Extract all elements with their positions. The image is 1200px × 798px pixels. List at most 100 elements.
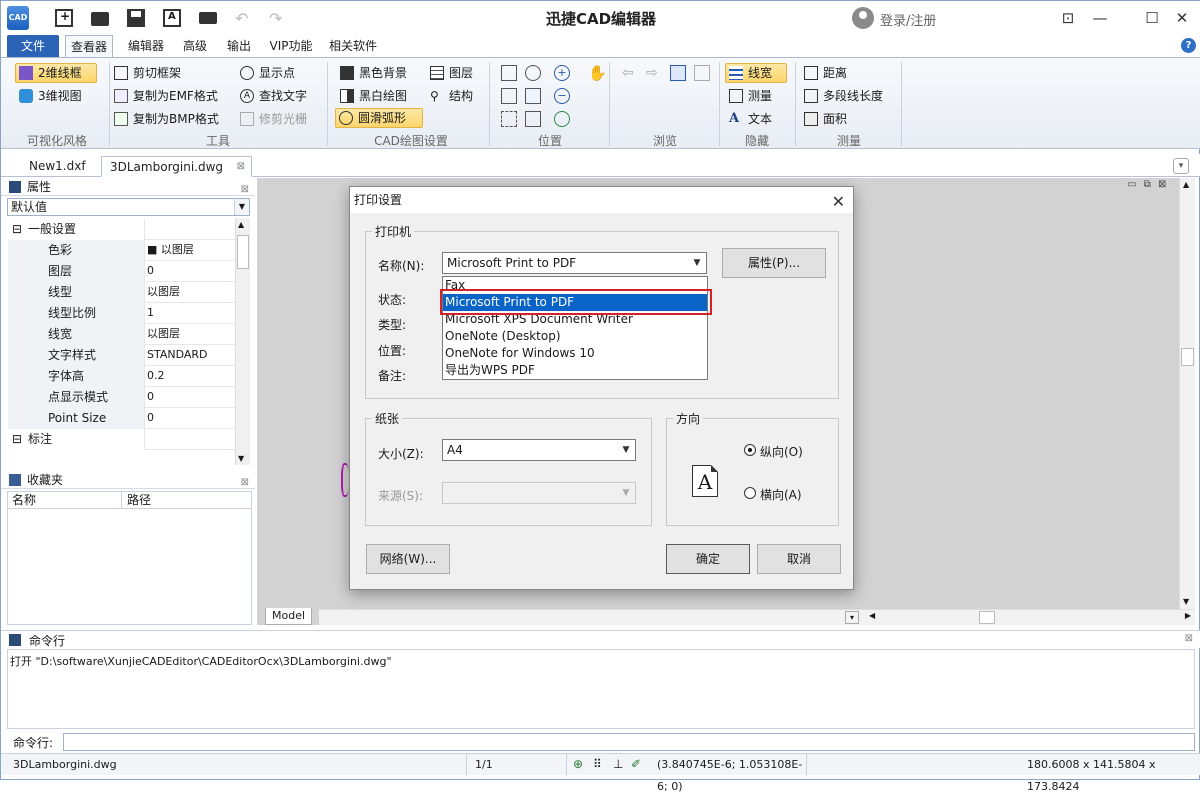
property-value[interactable]: 0 [147,408,154,428]
properties-filter-select[interactable]: 默认值 ▼ [7,198,250,216]
doc-tab-new1[interactable]: New1.dxf [21,156,94,177]
new-file-icon[interactable] [55,9,73,27]
zoom-in-icon[interactable]: + [554,65,570,81]
canvas-window-controls[interactable]: ▭ ⧉ ⊠ [1127,179,1168,190]
user-avatar-icon[interactable] [852,7,874,29]
black-background-button[interactable]: 黑色背景 [337,63,407,83]
printer-option[interactable]: OneNote (Desktop) [443,328,707,345]
printer-option[interactable]: OneNote for Windows 10 [443,345,707,362]
tab-list-dropdown-icon[interactable]: ▾ [1173,158,1189,174]
scroll-up-icon[interactable]: ▲ [1183,180,1189,189]
back-arrow-icon[interactable]: ⇦ [622,65,638,81]
canvas-hscrollbar[interactable]: ▾ ◀ ▶ [319,609,1195,625]
distance-button[interactable]: 距离 [801,63,847,83]
tab-file[interactable]: 文件 [7,35,59,57]
tab-output[interactable]: 输出 [219,35,259,57]
collapse-icon[interactable]: ⊟ [12,219,22,239]
cancel-button[interactable]: 取消 [757,544,841,574]
property-value[interactable]: ■ 以图层 [147,240,194,260]
tab-editor[interactable]: 编辑器 [121,35,171,57]
export-pdf-icon[interactable] [163,9,181,27]
help-icon[interactable]: ? [1181,38,1196,53]
tab-vip[interactable]: VIP功能 [263,35,319,57]
printer-dropdown-list[interactable]: Fax Microsoft Print to PDF Microsoft XPS D… [442,276,708,380]
close-button[interactable]: ✕ [1171,7,1193,29]
zoom-extents-icon[interactable] [525,65,541,81]
tab-related[interactable]: 相关软件 [323,35,383,57]
printer-properties-button[interactable]: 属性(P)... [722,248,826,278]
structure-button[interactable]: ⚲ 结构 [427,86,473,106]
close-tab-icon[interactable]: ⊠ [237,157,245,177]
text-toggle-button[interactable]: A 文本 [726,109,772,129]
fit-view-icon[interactable] [525,88,541,104]
zoom-window-icon[interactable] [501,65,517,81]
linewidth-button[interactable]: 线宽 [725,63,787,83]
tab-viewer[interactable]: 查看器 [65,35,113,57]
scroll-left-icon[interactable]: ◀ [869,611,875,620]
print-icon[interactable] [199,12,217,24]
chevron-down-icon[interactable]: ▾ [845,611,859,624]
wireframe-2d-button[interactable]: 2维线框 [15,63,97,83]
column-header-name[interactable]: 名称 [8,492,122,509]
measure-toggle-button[interactable]: 测量 [726,86,772,106]
paper-size-select[interactable]: A4 ▼ [442,439,636,461]
property-row[interactable]: 色彩 ■ 以图层 [8,240,235,261]
portrait-radio[interactable] [744,444,756,456]
column-header-path[interactable]: 路径 [122,492,251,509]
property-row[interactable]: 线宽 以图层 [8,324,235,345]
browse-image-icon[interactable] [694,65,710,81]
property-group-row[interactable]: ⊟ 标注 [8,429,235,450]
layers-button[interactable]: 图层 [427,63,473,83]
close-panel-icon[interactable]: ⊠ [1185,633,1193,644]
landscape-label[interactable]: 横向(A) [760,486,802,503]
scroll-down-icon[interactable]: ▼ [238,454,244,463]
printer-option[interactable]: Fax [443,277,707,294]
portrait-label[interactable]: 纵向(O) [760,443,803,460]
printer-option[interactable]: 导出为WPS PDF [443,362,707,379]
favorites-list[interactable]: 名称 路径 [7,491,252,625]
lineweight-icon[interactable]: ✐ [631,757,641,771]
property-value[interactable]: 以图层 [147,282,180,302]
property-row[interactable]: 线型 以图层 [8,282,235,303]
ortho-icon[interactable]: ⊥ [613,757,623,771]
property-row[interactable]: Point Size 0 [8,408,235,429]
grid-icon[interactable]: ⠿ [593,757,602,771]
open-folder-icon[interactable] [91,12,109,26]
clip-frame-button[interactable]: 剪切框架 [111,63,181,83]
property-row[interactable]: 线型比例 1 [8,303,235,324]
canvas-vscrollbar[interactable]: ▲ ▼ [1179,178,1195,609]
scroll-thumb[interactable] [237,235,249,269]
printer-option[interactable]: Microsoft XPS Document Writer [443,311,707,328]
command-input[interactable] [63,733,1195,751]
show-points-button[interactable]: 显示点 [237,63,295,83]
feedback-icon[interactable]: ⊡ [1057,7,1079,29]
rotate-icon[interactable] [525,111,541,127]
collapse-icon[interactable]: ⊟ [12,429,22,449]
scroll-thumb[interactable] [1181,348,1194,366]
maximize-button[interactable]: ☐ [1141,7,1163,29]
view-3d-button[interactable]: 3维视图 [16,86,96,106]
property-value[interactable]: 1 [147,303,154,323]
property-row[interactable]: 字体高 0.2 [8,366,235,387]
undo-icon[interactable]: ↶ [235,9,253,28]
property-group-row[interactable]: ⊟ 一般设置 [8,219,235,240]
smooth-arc-button[interactable]: 圆滑弧形 [335,108,423,128]
zoom-realtime-icon[interactable] [554,111,570,127]
scroll-thumb[interactable] [979,611,995,624]
close-panel-icon[interactable]: ⊠ [241,474,249,492]
scroll-down-icon[interactable]: ▼ [1183,597,1189,606]
scroll-up-icon[interactable]: ▲ [238,220,244,229]
snap-icon[interactable]: ⊕ [573,757,583,771]
property-value[interactable]: STANDARD [147,345,208,365]
tab-advanced[interactable]: 高级 [175,35,215,57]
property-value[interactable]: 0 [147,387,154,407]
polyline-length-button[interactable]: 多段线长度 [801,86,883,106]
zoom-out-icon[interactable]: − [554,88,570,104]
forward-arrow-icon[interactable]: ⇨ [646,65,662,81]
dialog-close-button[interactable]: ✕ [832,189,845,215]
property-row[interactable]: 点显示模式 0 [8,387,235,408]
ok-button[interactable]: 确定 [666,544,750,574]
doc-tab-lamborgini[interactable]: 3DLamborgini.dwg ⊠ [101,156,253,177]
minimize-button[interactable]: — [1089,7,1111,29]
find-text-button[interactable]: A 查找文字 [237,86,307,106]
